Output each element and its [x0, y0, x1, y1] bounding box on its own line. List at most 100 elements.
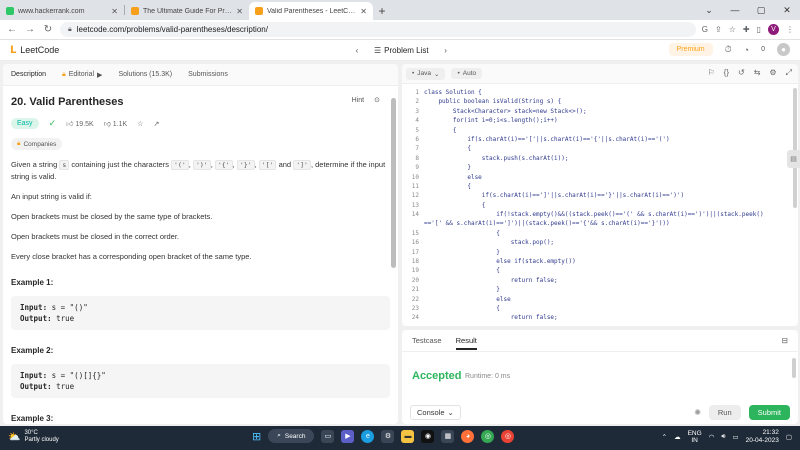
code-line[interactable]: 14 if(!stack.empty()&&((stack.peek()=='(…: [402, 210, 792, 219]
scrollbar-thumb[interactable]: [391, 98, 396, 268]
code-line[interactable]: 15 {: [402, 229, 792, 238]
run-button[interactable]: Run: [708, 404, 741, 420]
code-line[interactable]: 24 return false;: [402, 313, 792, 322]
code-line[interactable]: 10 else: [402, 173, 792, 182]
weather-widget[interactable]: ⛅ 30°C Partly cloudy: [8, 430, 59, 444]
app-icon[interactable]: ◉: [421, 429, 435, 443]
code-line[interactable]: 13 {: [402, 201, 792, 210]
code-line[interactable]: 21 }: [402, 285, 792, 294]
fullscreen-icon[interactable]: ⤢: [786, 68, 792, 78]
back-icon[interactable]: ←: [6, 24, 18, 35]
code-line[interactable]: 4 for(int i=0;i<s.length();i++): [402, 116, 792, 125]
code-line[interactable]: 9 }: [402, 163, 792, 172]
profile-avatar[interactable]: V: [768, 24, 779, 35]
store-icon[interactable]: ▦: [441, 429, 455, 443]
code-line[interactable]: 19 {: [402, 266, 792, 275]
leetcode-logo[interactable]: ᒪ LeetCode: [10, 45, 59, 56]
code-line[interactable]: 23 {: [402, 304, 792, 313]
code-line[interactable]: 18 else if(stack.empty()): [402, 257, 792, 266]
browser-tab-valid-parentheses[interactable]: Valid Parentheses - LeetCode ✕: [249, 2, 373, 20]
side-panel-icon[interactable]: ▤: [787, 150, 800, 168]
code-line[interactable]: 6 if(s.charAt(i)=='['||s.charAt(i)=='{'|…: [402, 135, 792, 144]
dislike-button[interactable]: 👎︎ 1.1K: [104, 119, 127, 128]
companies-button[interactable]: 🔒︎ Companies: [11, 138, 63, 150]
shortcut-icon[interactable]: ⇆: [754, 68, 761, 78]
chrome-icon[interactable]: ◎: [481, 429, 495, 443]
code-line[interactable]: 12 if(s.charAt(i)==']'||s.charAt(i)=='}'…: [402, 191, 792, 200]
next-problem-icon[interactable]: ›: [439, 43, 453, 57]
edge-icon[interactable]: e: [361, 429, 375, 443]
code-area[interactable]: 1 class Solution {2 public boolean isVali…: [402, 88, 792, 326]
chrome-profile-icon[interactable]: ◎: [501, 429, 515, 443]
close-tab-icon[interactable]: ✕: [360, 7, 367, 16]
firefox-icon[interactable]: ◕: [461, 429, 475, 443]
user-avatar[interactable]: ●: [777, 43, 790, 56]
code-line[interactable]: 8 stack.push(s.charAt(i));: [402, 154, 792, 163]
premium-button[interactable]: Premium: [668, 43, 713, 56]
hint-button[interactable]: Hint: [352, 97, 364, 104]
language-select[interactable]: • Java ⌄: [406, 67, 446, 80]
settings-app-icon[interactable]: ⚙: [381, 429, 395, 443]
result-scrollbar[interactable]: [792, 358, 796, 378]
cloud-icon[interactable]: ☁: [674, 433, 681, 441]
new-tab-button[interactable]: +: [373, 2, 391, 20]
code-line[interactable]: 7 {: [402, 144, 792, 153]
code-line[interactable]: 5 {: [402, 126, 792, 135]
scrollbar-thumb[interactable]: [793, 88, 797, 208]
debug-icon[interactable]: ✺: [694, 408, 701, 417]
submit-button[interactable]: Submit: [748, 404, 790, 420]
browser-tab-guide[interactable]: The Ultimate Guide For Preparin... ✕: [125, 2, 249, 20]
battery-icon[interactable]: ▭: [732, 433, 738, 441]
url-field[interactable]: 🔒︎ leetcode.com/problems/valid-parenthes…: [60, 22, 696, 37]
task-view-icon[interactable]: ▭: [321, 429, 335, 443]
prev-problem-icon[interactable]: ‹: [350, 43, 364, 57]
wifi-icon[interactable]: ◠: [709, 433, 715, 441]
clock[interactable]: 21:32 20-04-2023: [746, 429, 779, 445]
extensions-icon[interactable]: ✚: [743, 25, 750, 34]
tab-editorial[interactable]: 🔒︎ Editorial ▶: [58, 64, 114, 86]
settings-icon[interactable]: ⚙: [769, 68, 776, 78]
browser-tab-hackerrank[interactable]: www.hackerrank.com ✕: [0, 2, 124, 20]
file-explorer-icon[interactable]: ▬: [401, 429, 415, 443]
close-tab-icon[interactable]: ✕: [236, 7, 243, 16]
more-menu-icon[interactable]: ⋮: [786, 25, 794, 34]
more-options-icon[interactable]: ⊙: [374, 96, 380, 104]
star-icon[interactable]: ☆: [137, 120, 143, 128]
code-line[interactable]: 22 else: [402, 295, 792, 304]
timer-icon[interactable]: ⏱: [725, 44, 732, 55]
taskbar-search[interactable]: ⌕ Search: [268, 429, 315, 443]
like-button[interactable]: 👍︎ 19.5K: [66, 119, 94, 128]
console-button[interactable]: Console ⌄: [410, 404, 461, 420]
collapse-icon[interactable]: ⊟: [782, 336, 788, 345]
tab-submissions[interactable]: Submissions: [184, 64, 240, 86]
close-window-icon[interactable]: ✕: [774, 0, 800, 20]
tab-result[interactable]: Result: [455, 336, 477, 350]
tab-search-icon[interactable]: ⌄: [696, 0, 722, 20]
language-indicator[interactable]: ENG IN: [688, 430, 702, 444]
code-line[interactable]: 3 Stack<Character> stack=new Stack<>();: [402, 107, 792, 116]
maximize-icon[interactable]: ▢: [748, 0, 774, 20]
notifications-icon[interactable]: ◔: [744, 45, 749, 55]
braces-icon[interactable]: {}: [724, 68, 729, 78]
auto-mode-button[interactable]: • Auto: [451, 68, 483, 79]
tray-overflow-icon[interactable]: ⌃: [662, 433, 667, 441]
sidebar-icon[interactable]: ▯: [757, 25, 761, 34]
windows-start-icon[interactable]: ⊞: [252, 430, 261, 443]
minimize-icon[interactable]: —: [722, 0, 748, 20]
description-scrollbar[interactable]: [391, 88, 397, 424]
code-line[interactable]: 20 return false;: [402, 276, 792, 285]
reload-icon[interactable]: ↻: [42, 24, 54, 35]
code-line[interactable]: 16 stack.pop();: [402, 238, 792, 247]
code-line[interactable]: =='[' && s.charAt(i)==']')||(stack.peek(…: [402, 219, 792, 228]
code-line[interactable]: 2 public boolean isValid(String s) {: [402, 97, 792, 106]
share-icon[interactable]: ⇪: [715, 25, 722, 34]
forward-icon[interactable]: →: [24, 24, 36, 35]
problem-list-button[interactable]: ☰ Problem List: [374, 46, 429, 55]
bookmark-star-icon[interactable]: ☆: [729, 25, 736, 34]
reset-icon[interactable]: ↺: [738, 68, 745, 78]
google-icon[interactable]: G: [702, 25, 708, 34]
volume-icon[interactable]: 🔊︎: [721, 433, 725, 441]
editor-scrollbar[interactable]: [792, 86, 798, 324]
tab-solutions[interactable]: Solutions (15.3K): [114, 64, 184, 86]
video-call-icon[interactable]: ▶: [341, 429, 355, 443]
